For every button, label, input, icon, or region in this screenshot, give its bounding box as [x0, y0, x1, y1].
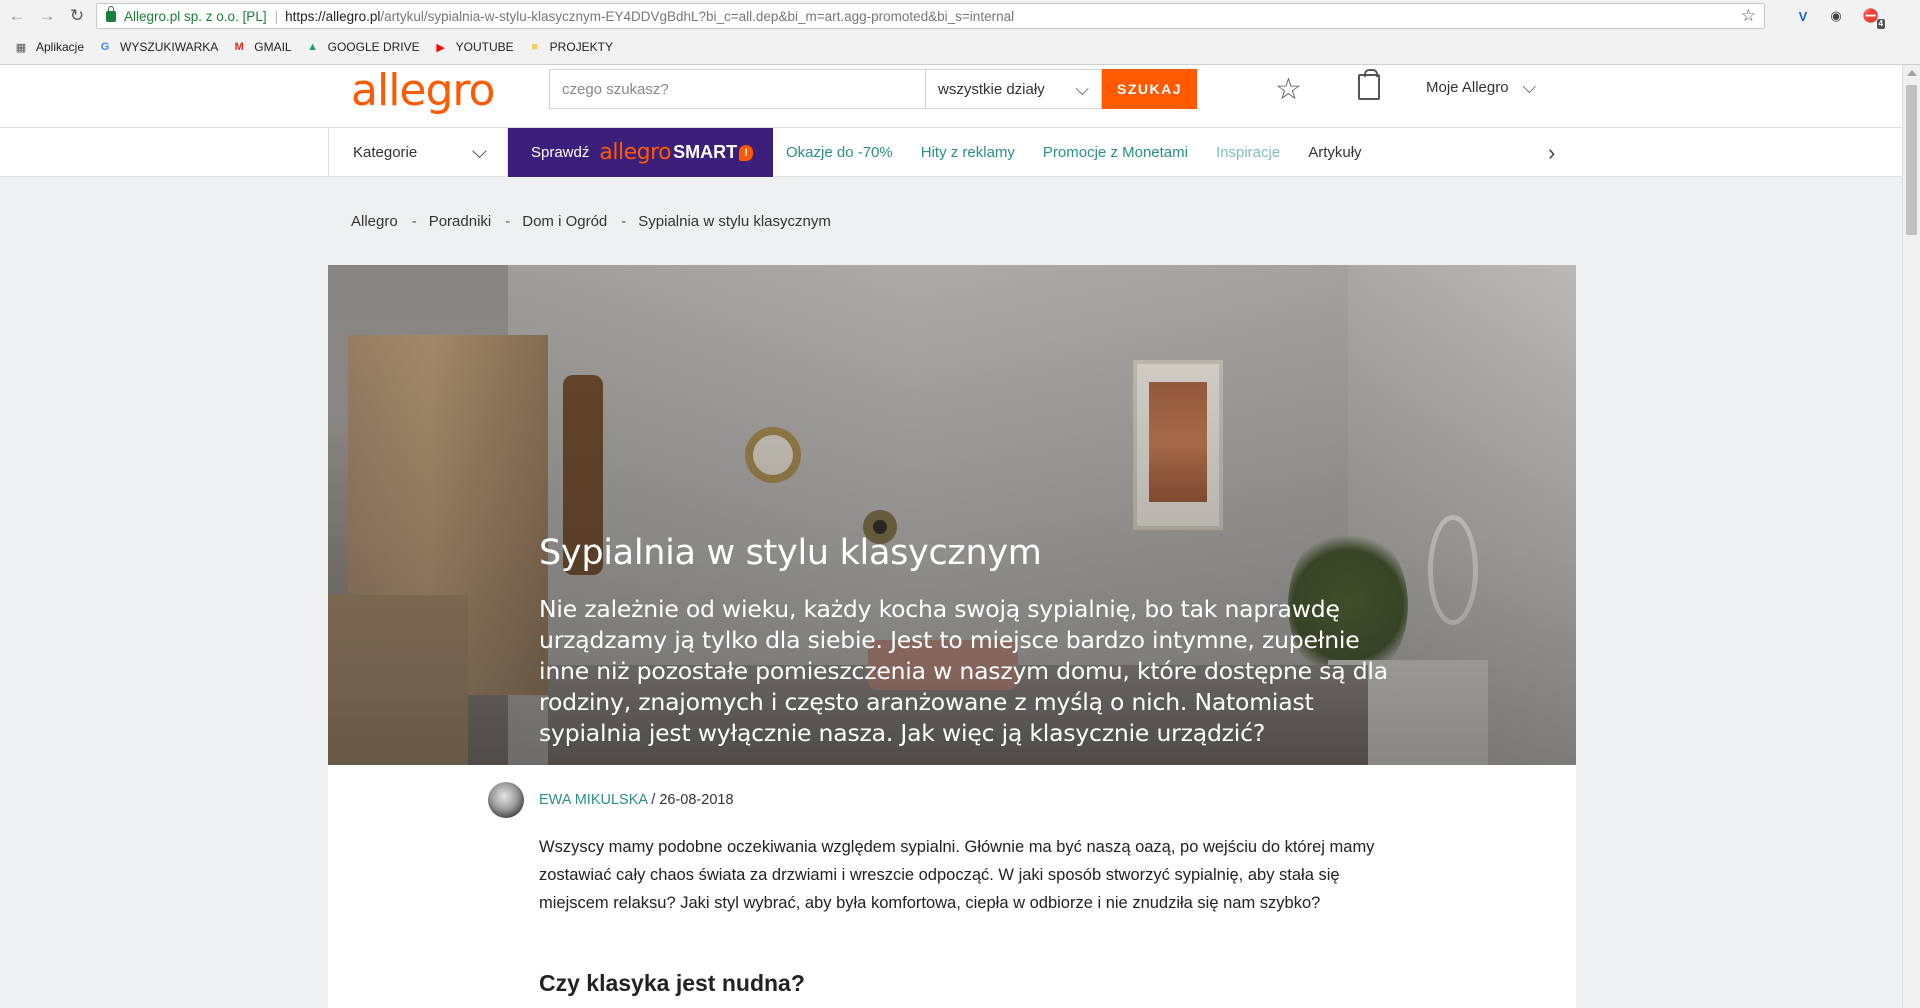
scrollbar-thumb[interactable]: [1906, 85, 1917, 235]
youtube-icon: ▶: [436, 41, 445, 54]
reload-icon[interactable]: ↻: [64, 3, 90, 29]
lock-icon: [106, 5, 116, 22]
bookmark-label: GOOGLE DRIVE: [327, 40, 420, 54]
category-links: Okazje do -70% Hity z reklamy Promocje z M…: [786, 128, 1390, 177]
my-allegro-label: Moje Allegro: [1426, 79, 1509, 96]
department-label: wszystkie działy: [938, 80, 1045, 98]
category-link[interactable]: Inspiracje: [1216, 144, 1280, 161]
bookmark-label: GMAIL: [254, 40, 292, 54]
address-bar[interactable]: Allegro.pl sp. z o.o. [PL] | https://all…: [96, 3, 1765, 29]
publish-date: 26-08-2018: [659, 792, 734, 808]
my-allegro-menu[interactable]: Moje Allegro ⌵: [1426, 77, 1536, 98]
allegro-logo[interactable]: allegro: [351, 65, 495, 116]
address-separator: |: [274, 8, 279, 24]
allegro-smart-banner[interactable]: Sprawdź allegro SMART !: [508, 128, 773, 177]
article-subheading: Czy klasyka jest nudna?: [539, 970, 805, 996]
breadcrumb-separator: -: [621, 213, 627, 230]
bookmarks-bar: ▦ Aplikacje G WYSZUKIWARKA M GMAIL ▲ GOOGLE DRI…: [0, 35, 613, 59]
bookmark-label: WYSZUKIWARKA: [120, 40, 219, 54]
adblock-icon[interactable]: ⛔ 4: [1861, 6, 1885, 29]
apps-grid-icon: ▦: [15, 41, 27, 54]
bookmark-item[interactable]: M GMAIL: [232, 40, 292, 54]
smart-badge-icon: !: [739, 144, 754, 161]
bookmark-label: PROJEKTY: [549, 40, 614, 54]
site-header: allegro czego szukasz? wszystkie działy …: [0, 65, 1902, 128]
breadcrumb-separator: -: [411, 213, 417, 230]
chevron-down-icon: ⌵: [1522, 77, 1537, 97]
byline: EWA MIKULSKA / 26-08-2018: [539, 792, 734, 808]
department-select[interactable]: wszystkie działy ⌵: [926, 69, 1102, 109]
gmail-icon: M: [234, 41, 244, 53]
bookmark-star-icon[interactable]: ☆: [1741, 6, 1756, 26]
category-link[interactable]: Promocje z Monetami: [1043, 144, 1188, 161]
article-title: Sypialnia w stylu klasycznym: [539, 533, 1042, 573]
breadcrumb: Allegro - Poradniki - Dom i Ogród - Sypialnia …: [351, 213, 831, 230]
extension-badge: 4: [1876, 19, 1885, 29]
smart-brand: allegro: [599, 140, 672, 165]
google-icon: G: [100, 41, 110, 53]
search-input[interactable]: czego szukasz?: [549, 69, 926, 109]
bookmark-item[interactable]: ▲ GOOGLE DRIVE: [306, 40, 420, 54]
v-extension-icon[interactable]: V: [1793, 6, 1813, 26]
bookmark-label: Aplikacje: [36, 40, 85, 54]
breadcrumb-item[interactable]: Allegro: [351, 213, 398, 230]
bookmark-label: YOUTUBE: [455, 40, 514, 54]
smart-prefix: Sprawdź: [531, 144, 590, 161]
breadcrumb-item[interactable]: Poradniki: [429, 213, 492, 230]
chevron-right-icon[interactable]: ›: [1548, 140, 1555, 166]
category-bar: Kategorie ⌵ Sprawdź allegro SMART ! Okaz…: [0, 128, 1902, 177]
category-link[interactable]: Okazje do -70%: [786, 144, 893, 161]
shopping-bag-icon[interactable]: [1358, 69, 1380, 100]
scroll-up-arrow-icon[interactable]: [1907, 70, 1917, 76]
categories-dropdown[interactable]: Kategorie ⌵: [328, 128, 508, 177]
back-icon[interactable]: ←: [4, 3, 30, 29]
bookmark-item[interactable]: ▶ YOUTUBE: [434, 40, 514, 54]
breadcrumb-separator: -: [505, 213, 511, 230]
bookmark-item[interactable]: G WYSZUKIWARKA: [98, 40, 219, 54]
date-separator: /: [647, 792, 660, 808]
smart-word: SMART: [673, 142, 738, 162]
article-body: EWA MIKULSKA / 26-08-2018 Wszyscy mamy p…: [328, 765, 1576, 1008]
search-button[interactable]: SZUKAJ: [1102, 69, 1197, 109]
category-link[interactable]: Artykuły: [1308, 144, 1361, 161]
star-favorites-icon[interactable]: ☆: [1275, 72, 1302, 107]
article-paragraph: Wszyscy mamy podobne oczekiwania względe…: [539, 838, 1375, 912]
bookmark-item[interactable]: ■ PROJEKTY: [528, 40, 613, 54]
breadcrumb-item[interactable]: Dom i Ogród: [522, 213, 607, 230]
category-link[interactable]: Hity z reklamy: [921, 144, 1015, 161]
article-lead: Nie zależnie od wieku, każdy kocha swoją…: [539, 595, 1388, 747]
hero-image: Sypialnia w stylu klasycznym Nie zależni…: [328, 265, 1576, 765]
url-path: /artykul/sypialnia-w-stylu-klasycznym-EY…: [380, 8, 1015, 24]
breadcrumb-item[interactable]: Sypialnia w stylu klasycznym: [638, 213, 831, 230]
avatar: [488, 782, 524, 818]
chevron-down-icon: ⌵: [1075, 78, 1089, 99]
scrollbar[interactable]: [1902, 65, 1920, 1008]
bookmark-item[interactable]: ▦ Aplikacje: [14, 40, 84, 54]
folder-icon: ■: [531, 41, 538, 53]
forward-icon[interactable]: →: [34, 3, 60, 29]
site-identity: Allegro.pl sp. z o.o. [PL]: [124, 8, 267, 24]
browser-chrome: ← → ↻ Allegro.pl sp. z o.o. [PL] | https…: [0, 0, 1920, 65]
categories-label: Kategorie: [353, 144, 418, 161]
ghostery-icon[interactable]: ◉: [1826, 6, 1846, 26]
google-drive-icon: ▲: [307, 41, 319, 53]
author-link[interactable]: EWA MIKULSKA: [539, 792, 647, 808]
url-host: https://allegro.pl: [285, 8, 381, 24]
chevron-down-icon: ⌵: [471, 141, 487, 163]
